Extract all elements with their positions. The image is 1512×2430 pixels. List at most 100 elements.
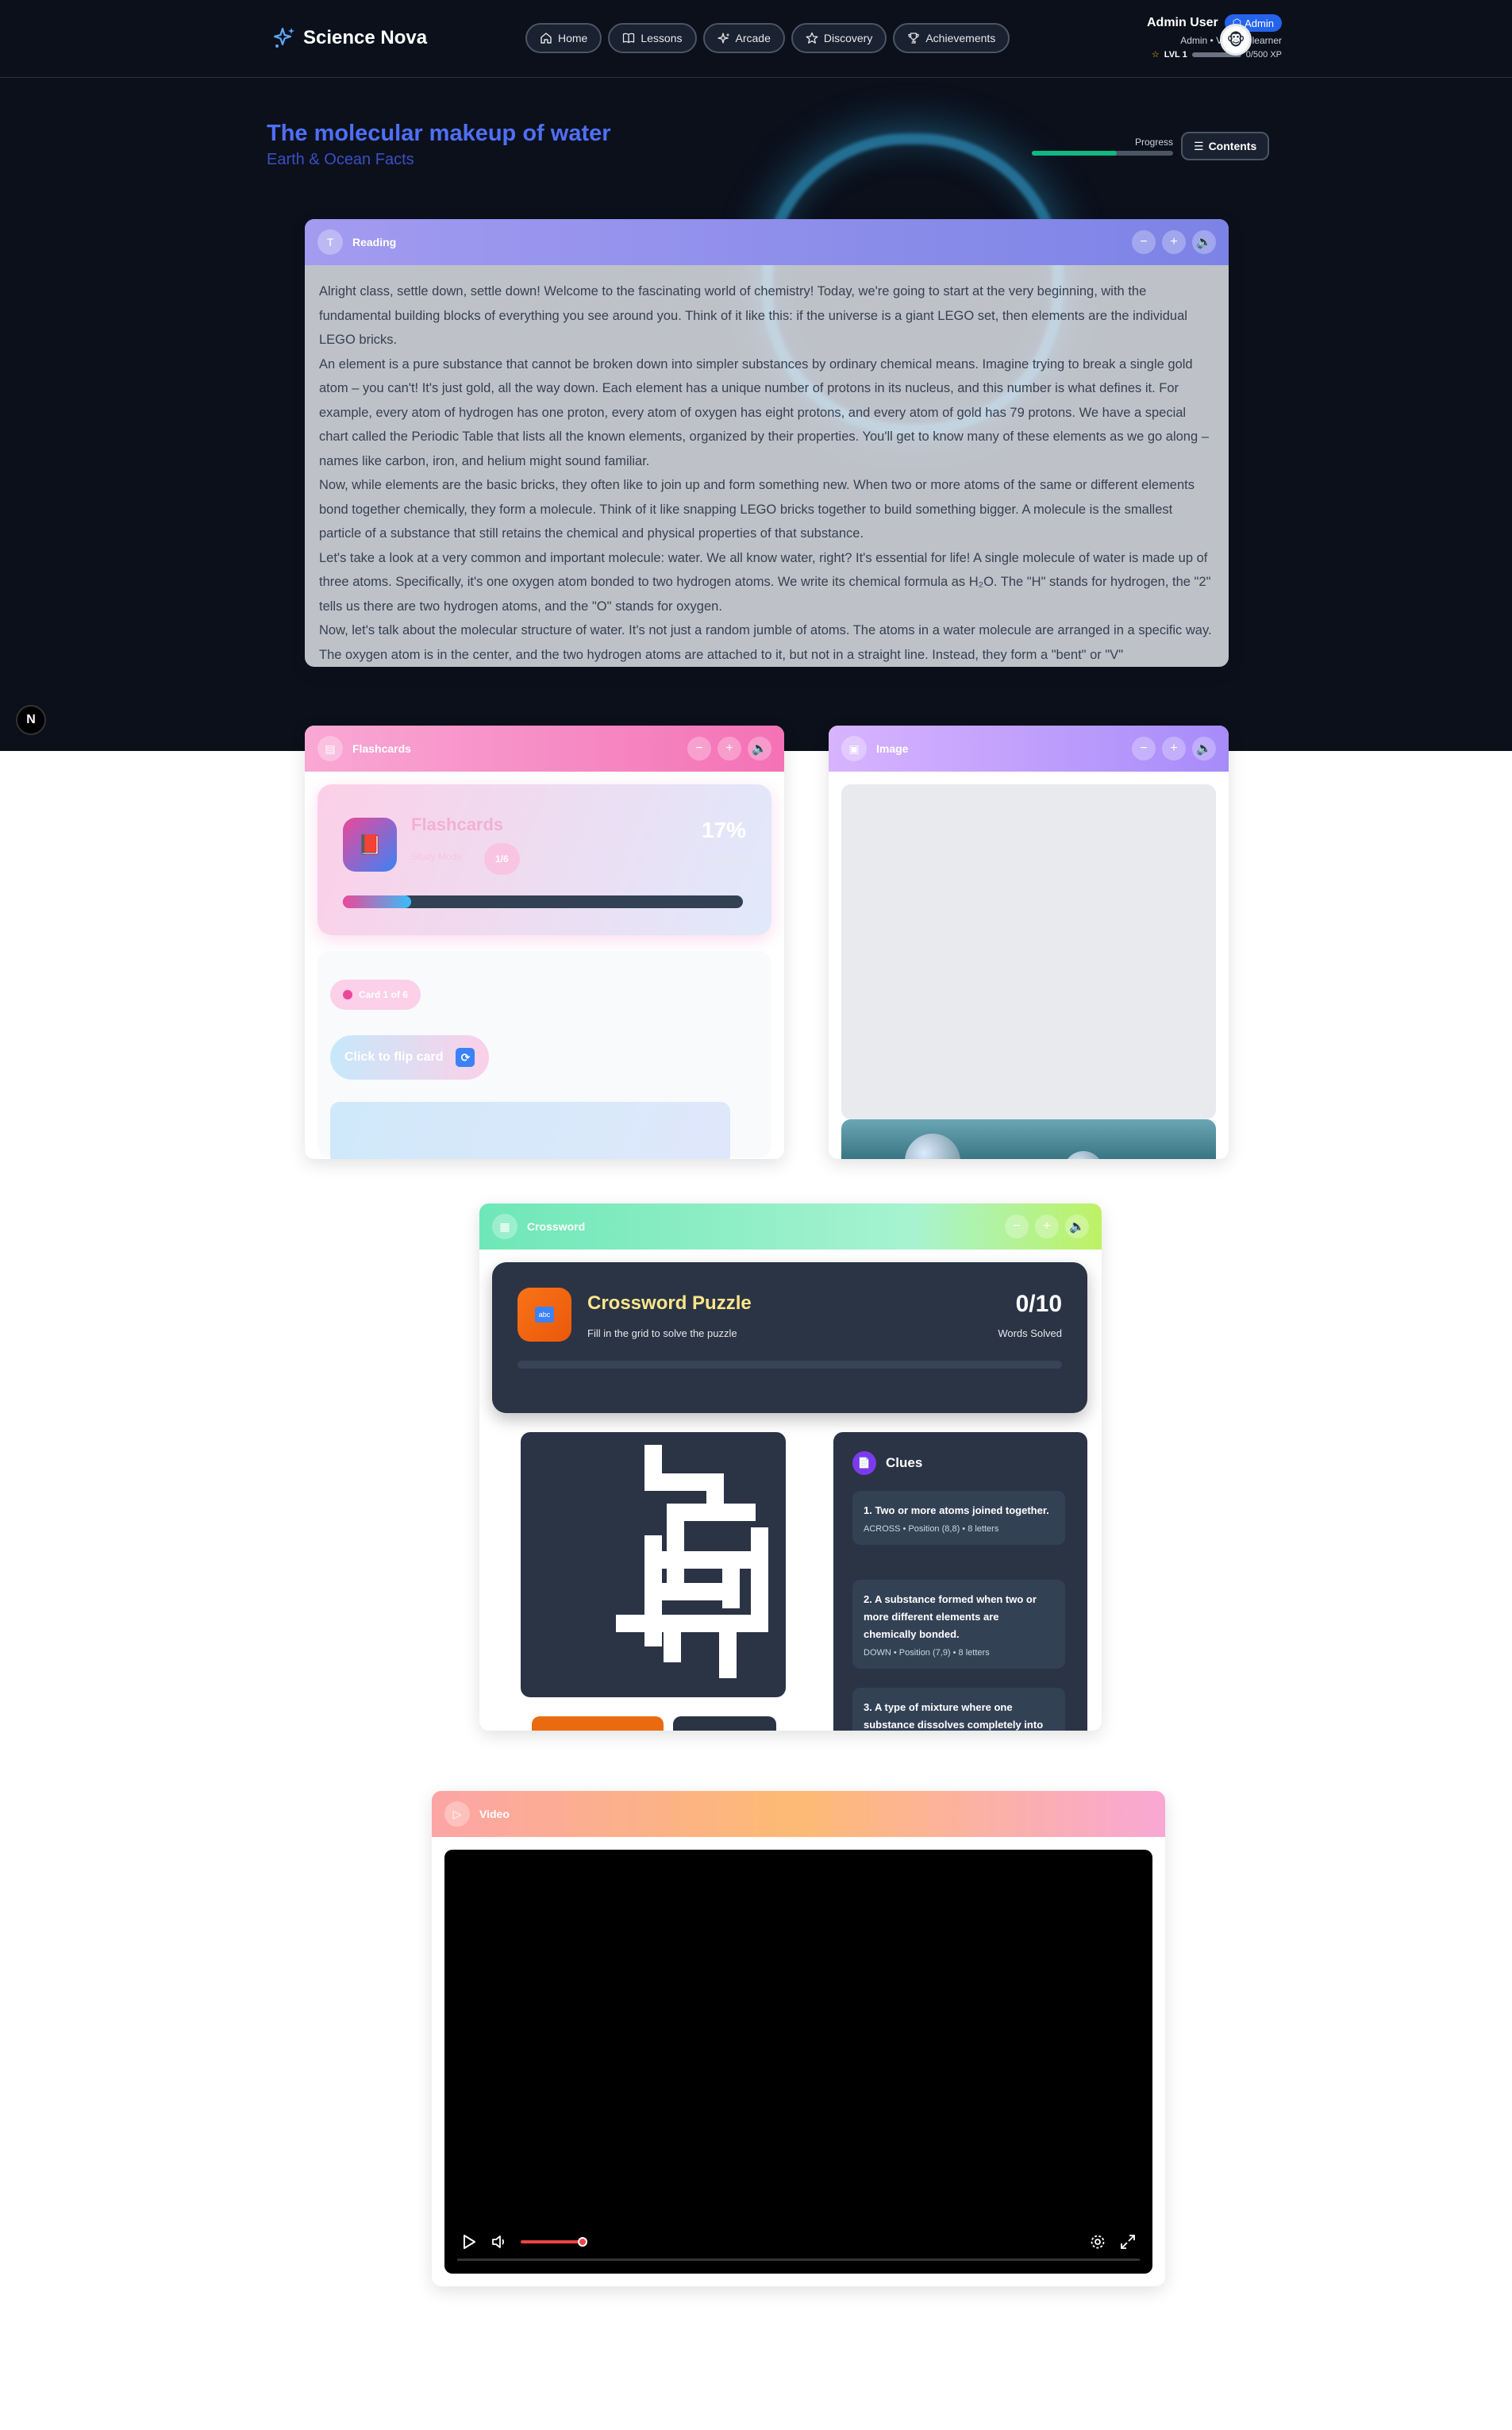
zoom-out-button[interactable]: − bbox=[1132, 737, 1156, 761]
nav-home-label: Home bbox=[558, 32, 588, 44]
clue-text: 3. A type of mixture where one substance… bbox=[864, 1701, 1044, 1731]
flashcards-header-title: Flashcards bbox=[352, 742, 411, 755]
crossword-progress-track bbox=[517, 1361, 1062, 1369]
zoom-in-button[interactable]: + bbox=[1162, 230, 1186, 254]
flashcard-face[interactable] bbox=[330, 1102, 730, 1159]
nav-arcade-label: Arcade bbox=[735, 32, 771, 44]
study-mode-label: Study Mode bbox=[411, 851, 463, 862]
image-header: ▣ Image − + 🔈 bbox=[829, 726, 1229, 772]
reading-module: T Reading − + 🔈 Alright class, settle do… bbox=[305, 219, 1229, 667]
text-icon: T bbox=[317, 229, 343, 255]
speaker-icon[interactable]: 🔈 bbox=[748, 737, 771, 761]
check-answers-button[interactable] bbox=[532, 1716, 664, 1731]
user-avatar[interactable]: 🐵 bbox=[1220, 24, 1252, 56]
progress-label: Progress bbox=[1134, 137, 1173, 148]
crossword-module: ▦ Crossword − + 🔈 abc Crossword Puzzle F… bbox=[479, 1203, 1102, 1731]
reading-paragraph: An element is a pure substance that cann… bbox=[319, 356, 1209, 468]
trophy-icon bbox=[908, 33, 919, 44]
flip-card-button[interactable]: Click to flip card ⟳ bbox=[330, 1035, 490, 1080]
words-solved-label: Words Solved bbox=[998, 1327, 1062, 1339]
lesson-progress: Progress bbox=[1032, 137, 1173, 156]
star-icon bbox=[806, 32, 818, 44]
reading-paragraph: Alright class, settle down, settle down!… bbox=[319, 284, 1187, 347]
play-button-icon[interactable] bbox=[460, 2233, 478, 2251]
nav-lessons-label: Lessons bbox=[641, 32, 683, 44]
zoom-in-button[interactable]: + bbox=[1035, 1215, 1059, 1238]
video-player[interactable] bbox=[444, 1850, 1152, 2274]
page-title: The molecular makeup of water bbox=[267, 121, 611, 146]
play-icon: ▷ bbox=[444, 1801, 470, 1827]
nav-achievements[interactable]: Achievements bbox=[893, 23, 1010, 53]
volume-icon[interactable] bbox=[491, 2233, 508, 2251]
refresh-icon: ⟳ bbox=[456, 1048, 475, 1067]
crossword-icon-text: abc bbox=[535, 1307, 554, 1323]
flashcards-summary-panel: 📕 Flashcards Study Mode 1/6 17% Complete bbox=[317, 784, 771, 935]
nav-discovery-label: Discovery bbox=[823, 32, 873, 44]
reading-paragraph: Now, while elements are the basic bricks… bbox=[319, 478, 1195, 541]
clue-text: 2. A substance formed when two or more d… bbox=[864, 1593, 1037, 1640]
fullscreen-icon[interactable] bbox=[1119, 2233, 1137, 2251]
page-subtitle: Earth & Ocean Facts bbox=[267, 151, 414, 168]
clue-item[interactable]: 2. A substance formed when two or more d… bbox=[852, 1580, 1065, 1669]
top-navigation: Science Nova Home Lessons Arcade Discove… bbox=[0, 0, 1512, 78]
home-icon bbox=[541, 33, 552, 44]
zoom-in-button[interactable]: + bbox=[718, 737, 741, 761]
clue-text: 1. Two or more atoms joined together. bbox=[864, 1504, 1049, 1516]
zoom-out-button[interactable]: − bbox=[1132, 230, 1156, 254]
clues-header: 📄 Clues bbox=[852, 1451, 922, 1475]
speaker-icon[interactable]: 🔈 bbox=[1192, 737, 1216, 761]
nav-lessons[interactable]: Lessons bbox=[608, 23, 697, 53]
words-solved-count: 0/10 bbox=[1015, 1291, 1062, 1317]
app-name: Science Nova bbox=[303, 27, 428, 48]
user-info: Admin User ⬡ Admin Admin • VISUAL learne… bbox=[1147, 14, 1282, 60]
progress-fill bbox=[1032, 151, 1117, 156]
video-header: ▷ Video bbox=[432, 1791, 1165, 1837]
crossword-grid[interactable] bbox=[521, 1432, 786, 1697]
speaker-icon[interactable]: 🔈 bbox=[1192, 230, 1216, 254]
nav-arcade[interactable]: Arcade bbox=[702, 23, 785, 53]
card-count-badge: 1/6 bbox=[484, 843, 520, 875]
list-icon: ☰ bbox=[1194, 139, 1204, 152]
app-logo[interactable]: Science Nova bbox=[271, 25, 427, 51]
image-module: ▣ Image − + 🔈 bbox=[829, 726, 1229, 1159]
nav-home[interactable]: Home bbox=[525, 23, 602, 53]
video-timeline[interactable] bbox=[457, 2259, 1140, 2261]
contents-button-label: Contents bbox=[1208, 140, 1257, 152]
zoom-out-button[interactable]: − bbox=[1005, 1215, 1029, 1238]
dot-icon bbox=[343, 990, 352, 999]
settings-gear-icon[interactable] bbox=[1089, 2233, 1106, 2251]
flashcards-progress-fill bbox=[343, 895, 411, 908]
flashcards-title: Flashcards bbox=[411, 814, 504, 834]
reading-text: Alright class, settle down, settle down!… bbox=[305, 265, 1229, 667]
clue-item[interactable]: 3. A type of mixture where one substance… bbox=[852, 1688, 1065, 1731]
flip-card-label: Click to flip card bbox=[344, 1050, 444, 1064]
reset-button[interactable] bbox=[673, 1716, 776, 1731]
book-icon bbox=[623, 33, 635, 44]
video-module: ▷ Video bbox=[432, 1791, 1165, 2286]
sparkles-icon bbox=[717, 33, 730, 44]
document-icon: 📄 bbox=[852, 1451, 876, 1475]
crossword-title: Crossword Puzzle bbox=[587, 1292, 752, 1314]
nav-discovery[interactable]: Discovery bbox=[791, 23, 887, 53]
flashcards-header: ▤ Flashcards − + 🔈 bbox=[305, 726, 784, 772]
crossword-subtitle: Fill in the grid to solve the puzzle bbox=[587, 1327, 737, 1339]
nextjs-dev-badge[interactable]: N bbox=[16, 705, 46, 735]
reading-header: T Reading − + 🔈 bbox=[305, 219, 1229, 265]
image-icon: ▣ bbox=[841, 736, 867, 761]
crossword-summary-panel: abc Crossword Puzzle Fill in the grid to… bbox=[492, 1262, 1087, 1413]
speaker-icon[interactable]: 🔈 bbox=[1065, 1215, 1089, 1238]
zoom-out-button[interactable]: − bbox=[687, 737, 711, 761]
reading-title: Reading bbox=[352, 236, 397, 248]
clue-item[interactable]: 1. Two or more atoms joined together. AC… bbox=[852, 1491, 1065, 1545]
flashcard-deck-icon: 📕 bbox=[343, 818, 397, 872]
zoom-in-button[interactable]: + bbox=[1162, 737, 1186, 761]
main-nav: Home Lessons Arcade Discovery Achievemen… bbox=[525, 23, 1010, 53]
clue-meta: ACROSS • Position (8,8) • 8 letters bbox=[864, 1524, 999, 1534]
contents-button[interactable]: ☰ Contents bbox=[1181, 132, 1270, 160]
completion-percent: 17% bbox=[701, 818, 746, 842]
clues-title: Clues bbox=[886, 1455, 923, 1470]
completion-label: Complete bbox=[708, 856, 746, 865]
reading-paragraph: Now, let's talk about the molecular stru… bbox=[319, 623, 1212, 662]
volume-slider-thumb[interactable] bbox=[578, 2237, 587, 2247]
volume-slider[interactable] bbox=[521, 2237, 587, 2247]
